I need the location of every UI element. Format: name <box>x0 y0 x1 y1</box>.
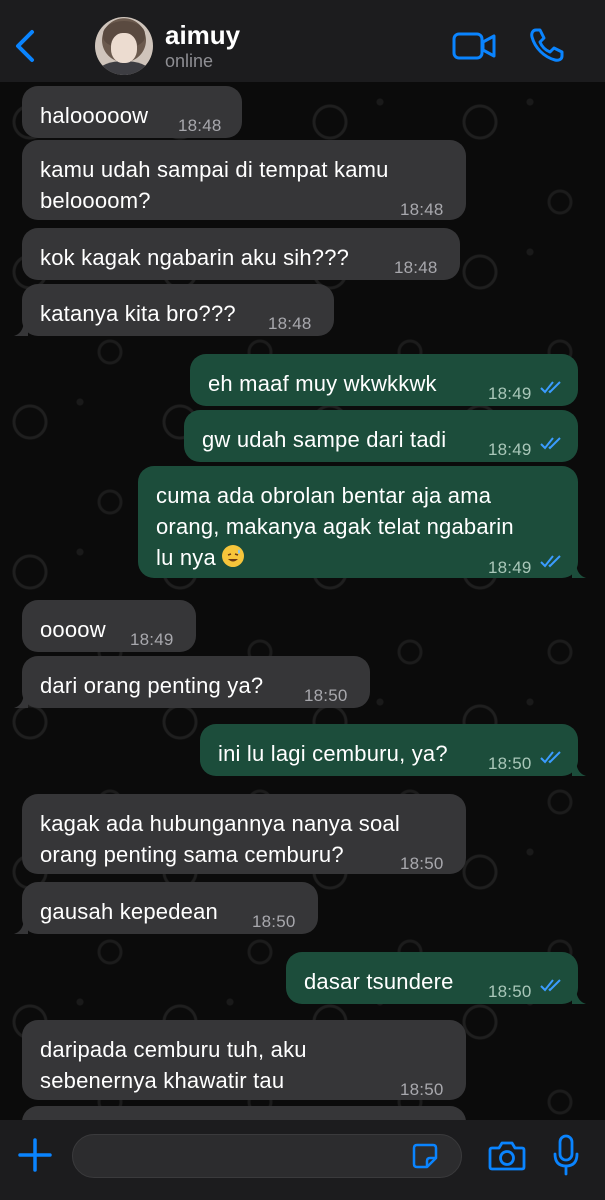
incoming-message[interactable]: daripada cemburu tuh, aku sebenernya kha… <box>22 1020 466 1100</box>
message-text: daripada cemburu tuh, aku sebenernya kha… <box>40 1037 307 1093</box>
message-text: kagak ada hubungannya nanya soal orang p… <box>40 811 400 867</box>
message-text: gausah kepedean <box>40 899 218 924</box>
read-receipt-icon <box>540 751 561 764</box>
incoming-message-partial[interactable] <box>22 1106 466 1120</box>
bubble-tail <box>572 564 586 578</box>
message-time: 18:50 <box>252 912 296 931</box>
outgoing-message[interactable]: cuma ada obrolan bentar aja ama orang, m… <box>138 466 578 578</box>
incoming-message[interactable]: dari orang penting ya? 18:50 <box>22 656 370 708</box>
message-time: 18:50 <box>488 754 532 773</box>
incoming-message[interactable]: kok kagak ngabarin aku sih??? 18:48 <box>22 228 460 280</box>
contact-status: online <box>165 51 214 71</box>
message-time: 18:50 <box>488 982 532 1001</box>
message-text: kamu udah sampai di tempat kamu beloooom… <box>40 157 389 213</box>
message-text: dasar tsundere <box>304 969 454 994</box>
outgoing-message[interactable]: gw udah sampe dari tadi 18:49 <box>184 410 578 462</box>
message-text: katanya kita bro??? <box>40 301 236 326</box>
bubble-tail <box>572 762 586 776</box>
outgoing-message[interactable]: dasar tsundere 18:50 <box>286 952 578 1004</box>
read-receipt-icon <box>540 555 561 568</box>
message-text: dari orang penting ya? <box>40 673 264 698</box>
incoming-message[interactable]: katanya kita bro??? 18:48 <box>22 284 334 336</box>
message-time: 18:48 <box>394 258 438 277</box>
message-text: kok kagak ngabarin aku sih??? <box>40 245 350 270</box>
avatar[interactable] <box>95 17 153 75</box>
bubble-tail <box>572 990 586 1004</box>
contact-name[interactable]: aimuy <box>165 20 240 51</box>
message-time: 18:49 <box>488 384 532 403</box>
message-time: 18:48 <box>178 116 222 135</box>
read-receipt-icon <box>540 437 561 450</box>
incoming-message[interactable]: gausah kepedean 18:50 <box>22 882 318 934</box>
sweat-smile-emoji <box>222 545 245 567</box>
message-time: 18:50 <box>400 1080 444 1099</box>
message-time: 18:49 <box>488 440 532 459</box>
bubble-tail <box>14 920 28 934</box>
read-receipt-icon <box>540 381 561 394</box>
message-text: eh maaf muy wkwkkwk <box>208 371 437 396</box>
bubble-tail <box>14 322 28 336</box>
outgoing-message[interactable]: eh maaf muy wkwkkwk 18:49 <box>190 354 578 406</box>
message-text: cuma ada obrolan bentar aja ama orang, m… <box>156 483 514 570</box>
camera-icon[interactable] <box>488 1140 526 1172</box>
bubble-tail <box>14 694 28 708</box>
message-text: gw udah sampe dari tadi <box>202 427 447 452</box>
message-list[interactable]: halooooow 18:48 kamu udah sampai di temp… <box>0 82 605 1120</box>
message-time: 18:50 <box>400 854 444 873</box>
message-time: 18:48 <box>268 314 312 333</box>
incoming-message[interactable]: kamu udah sampai di tempat kamu beloooom… <box>22 140 466 220</box>
incoming-message[interactable]: halooooow 18:48 <box>22 86 242 138</box>
message-time: 18:48 <box>400 200 444 219</box>
incoming-message[interactable]: kagak ada hubungannya nanya soal orang p… <box>22 794 466 874</box>
chevron-left-icon[interactable] <box>10 28 40 64</box>
message-time: 18:49 <box>488 558 532 577</box>
message-text: halooooow <box>40 103 149 128</box>
read-receipt-icon <box>540 979 561 992</box>
plus-icon[interactable] <box>18 1138 52 1172</box>
incoming-message[interactable]: oooow 18:49 <box>22 600 196 652</box>
message-text: oooow <box>40 617 106 642</box>
message-time: 18:50 <box>304 686 348 705</box>
video-camera-icon[interactable] <box>452 30 496 62</box>
microphone-icon[interactable] <box>552 1134 580 1176</box>
message-time: 18:49 <box>130 630 174 649</box>
phone-icon[interactable] <box>528 26 566 64</box>
composer-bar <box>0 1120 605 1200</box>
outgoing-message[interactable]: ini lu lagi cemburu, ya? 18:50 <box>200 724 578 776</box>
chat-header: aimuy online <box>0 0 605 82</box>
message-input[interactable] <box>72 1134 462 1178</box>
message-text: ini lu lagi cemburu, ya? <box>218 741 448 766</box>
sticker-icon[interactable] <box>412 1143 438 1169</box>
